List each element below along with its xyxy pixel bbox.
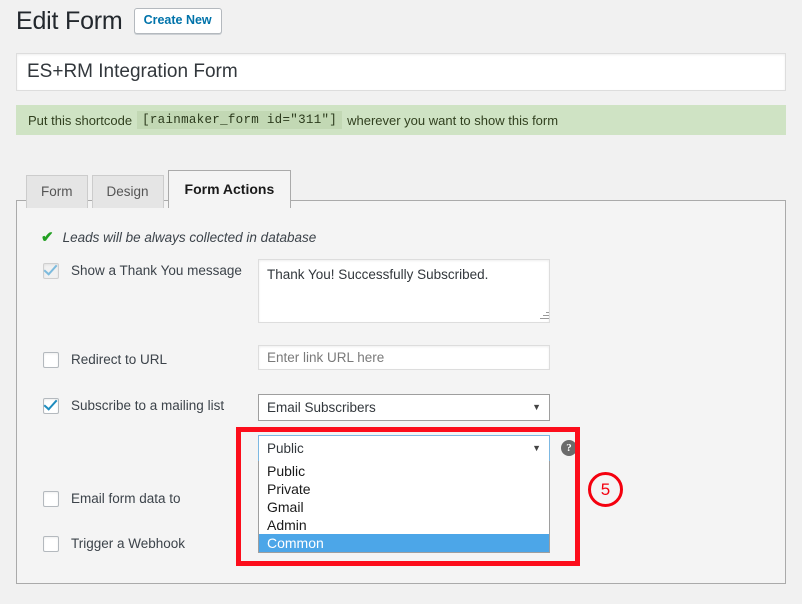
email-form-data-label: Email form data to	[71, 491, 181, 506]
shortcode-suffix-label: wherever you want to show this form	[347, 112, 559, 128]
green-check-icon: ✔	[41, 228, 54, 246]
shortcode-code[interactable]: [rainmaker_form id="311"]	[137, 111, 343, 129]
mailing-list-provider-value: Email Subscribers	[267, 400, 376, 415]
thank-you-row: Show a Thank You message	[43, 263, 242, 279]
tab-strip: Form Design Form Actions	[26, 170, 292, 208]
leads-collected-label: Leads will be always collected in databa…	[62, 230, 317, 245]
list-item[interactable]: Public	[259, 462, 549, 480]
email-form-data-row: Email form data to	[43, 491, 181, 507]
mailing-list-selected-value: Public	[267, 441, 304, 456]
redirect-row: Redirect to URL	[43, 352, 167, 368]
webhook-checkbox[interactable]	[43, 536, 59, 552]
redirect-label: Redirect to URL	[71, 352, 168, 367]
subscribe-row: Subscribe to a mailing list	[43, 398, 224, 414]
form-title-input[interactable]	[16, 53, 786, 91]
redirect-checkbox[interactable]	[43, 352, 59, 368]
page-header: Edit Form Create New	[16, 6, 222, 36]
tab-design[interactable]: Design	[91, 175, 164, 208]
list-item[interactable]: Admin	[259, 516, 549, 534]
help-icon[interactable]: ?	[561, 440, 577, 456]
list-item[interactable]: Gmail	[259, 498, 549, 516]
annotation-step-number: 5	[588, 472, 623, 507]
email-form-data-checkbox[interactable]	[43, 491, 59, 507]
mailing-list-provider-select[interactable]: Email Subscribers ▼	[258, 394, 550, 421]
subscribe-label: Subscribe to a mailing list	[71, 398, 225, 413]
webhook-label: Trigger a Webhook	[71, 536, 186, 551]
thank-you-message-textarea[interactable]: Thank You! Successfully Subscribed.	[258, 259, 550, 323]
create-new-button[interactable]: Create New	[133, 8, 222, 34]
chevron-down-icon: ▼	[532, 402, 541, 412]
chevron-down-icon: ▼	[532, 443, 541, 453]
webhook-row: Trigger a Webhook	[43, 536, 185, 552]
mailing-list-options: Public Private Gmail Admin Common	[258, 461, 550, 553]
mailing-list-select[interactable]: Public ▼	[258, 435, 550, 462]
leads-collected-row: ✔ Leads will be always collected in data…	[41, 228, 317, 246]
tab-form-actions[interactable]: Form Actions	[167, 170, 292, 208]
shortcode-notice: Put this shortcode [rainmaker_form id="3…	[16, 105, 786, 135]
shortcode-prefix-label: Put this shortcode	[28, 112, 133, 128]
list-item[interactable]: Private	[259, 480, 549, 498]
redirect-url-input[interactable]	[258, 345, 550, 370]
page-title: Edit Form	[16, 7, 123, 35]
thank-you-checkbox[interactable]	[43, 263, 59, 279]
list-item[interactable]: Common	[259, 534, 549, 552]
tab-form[interactable]: Form	[26, 175, 88, 208]
subscribe-checkbox[interactable]	[43, 398, 59, 414]
thank-you-label: Show a Thank You message	[71, 263, 242, 278]
